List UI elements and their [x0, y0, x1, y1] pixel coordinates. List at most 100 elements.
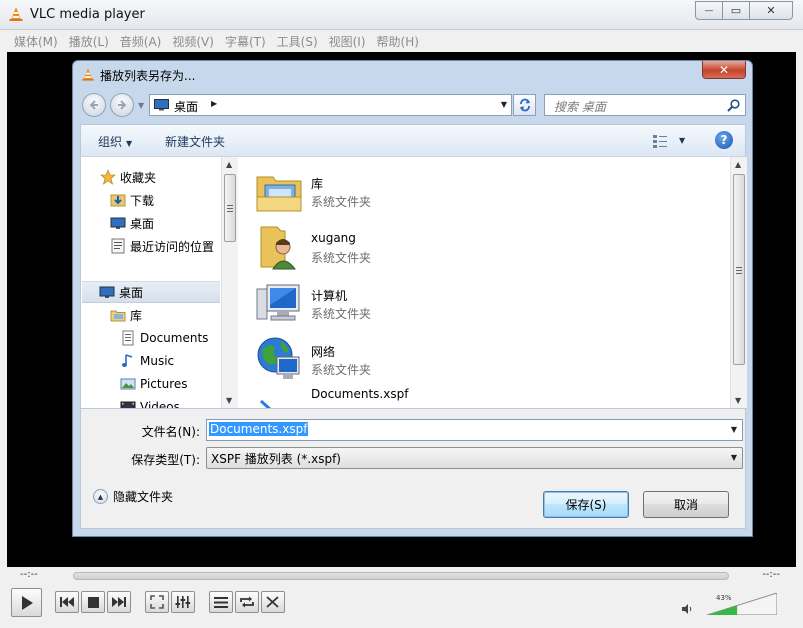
- cancel-button[interactable]: 取消: [643, 491, 729, 518]
- file-type: 系统文件夹: [311, 307, 372, 321]
- nav-music[interactable]: Music: [120, 350, 237, 372]
- address-location[interactable]: 桌面: [174, 98, 198, 115]
- playlist-icon: [214, 596, 228, 608]
- file-name: 网络: [311, 345, 336, 359]
- nav-downloads-label: 下载: [130, 193, 155, 208]
- nav-documents[interactable]: Documents: [120, 327, 237, 349]
- menu-help[interactable]: 帮助(H): [372, 33, 424, 50]
- previous-button[interactable]: [55, 591, 79, 613]
- address-dropdown-icon[interactable]: ▼: [501, 100, 507, 109]
- save-button[interactable]: 保存(S): [543, 491, 629, 518]
- navigation-pane: 收藏夹 下载 桌面 最近访问的位置 桌面 库 Documents Music P…: [81, 157, 237, 408]
- filetype-select[interactable]: XSPF 播放列表 (*.xspf) ▼: [206, 447, 743, 469]
- list-item[interactable]: 计算机 系统文件夹: [255, 279, 555, 331]
- playlist-button[interactable]: [209, 591, 233, 613]
- nav-downloads[interactable]: 下载: [110, 189, 237, 211]
- minimize-icon: —: [704, 5, 714, 16]
- menu-video[interactable]: 视频(V): [167, 33, 219, 50]
- play-button[interactable]: [11, 588, 42, 617]
- recent-locations-dropdown[interactable]: ▼: [138, 101, 144, 110]
- close-icon: ✕: [766, 4, 776, 17]
- loop-icon: [240, 596, 254, 608]
- loop-button[interactable]: [235, 591, 259, 613]
- dialog-close-button[interactable]: ✕: [702, 61, 746, 79]
- filename-value: Documents.xspf: [209, 422, 309, 436]
- nav-libraries[interactable]: 库: [110, 304, 237, 326]
- nav-pictures-label: Pictures: [140, 377, 188, 391]
- vlc-titlebar: VLC media player — ▭ ✕: [0, 0, 803, 30]
- file-type: 系统文件夹: [311, 363, 372, 377]
- nav-desktop-favorite[interactable]: 桌面: [110, 212, 237, 234]
- refresh-button[interactable]: [513, 94, 536, 116]
- nav-videos[interactable]: Videos: [120, 396, 237, 408]
- chevron-down-icon: ▼: [126, 139, 133, 148]
- dialog-title: 播放列表另存为...: [100, 69, 196, 83]
- vlc-cone-icon: [9, 7, 23, 21]
- list-item[interactable]: Documents.xspf: [255, 387, 555, 408]
- nav-scrollbar[interactable]: ▲ ▼: [221, 157, 238, 408]
- close-button[interactable]: ✕: [749, 1, 793, 20]
- help-icon[interactable]: ?: [715, 131, 733, 149]
- stop-button[interactable]: [81, 591, 105, 613]
- list-item[interactable]: xugang 系统文件夹: [255, 223, 555, 275]
- desktop-icon: [154, 99, 169, 111]
- file-list-scrollbar[interactable]: ▲ ▼: [730, 157, 747, 408]
- nav-recent-places[interactable]: 最近访问的位置: [110, 235, 237, 257]
- filename-field[interactable]: Documents.xspf ▼: [206, 419, 743, 441]
- scroll-down-icon[interactable]: ▼: [735, 396, 741, 405]
- file-name: 计算机: [311, 289, 348, 303]
- search-input[interactable]: 搜索 桌面: [544, 94, 746, 116]
- change-view-icon[interactable]: [652, 133, 668, 149]
- previous-icon: [60, 597, 74, 607]
- maximize-button[interactable]: ▭: [722, 1, 750, 20]
- desktop-icon: [110, 217, 126, 229]
- menu-audio[interactable]: 音频(A): [115, 33, 167, 50]
- address-bar[interactable]: 桌面 ▶ ▼: [149, 94, 512, 116]
- list-item[interactable]: 网络 系统文件夹: [255, 335, 555, 387]
- view-options-dropdown[interactable]: ▼: [679, 136, 685, 145]
- filetype-value: XSPF 播放列表 (*.xspf): [211, 452, 341, 466]
- menu-subtitle[interactable]: 字幕(T): [220, 33, 271, 50]
- scroll-up-icon[interactable]: ▲: [735, 160, 741, 169]
- nav-desktop-root-label: 桌面: [119, 285, 144, 300]
- documents-icon: [122, 330, 134, 346]
- list-item[interactable]: 库 系统文件夹: [255, 167, 555, 219]
- volume-icon[interactable]: [681, 603, 693, 615]
- file-scroll-thumb[interactable]: [733, 174, 745, 365]
- save-form: 文件名(N): Documents.xspf ▼ 保存类型(T): XSPF 播…: [80, 409, 746, 529]
- menu-tools[interactable]: 工具(S): [272, 33, 323, 50]
- shuffle-button[interactable]: [261, 591, 285, 613]
- next-button[interactable]: [107, 591, 131, 613]
- search-icon: [727, 99, 740, 112]
- nav-pictures[interactable]: Pictures: [120, 373, 237, 395]
- hide-folders-toggle[interactable]: ▲ 隐藏文件夹: [93, 488, 173, 505]
- chevron-down-icon[interactable]: ▼: [731, 425, 737, 434]
- back-button[interactable]: [82, 93, 106, 117]
- new-folder-button[interactable]: 新建文件夹: [165, 133, 225, 150]
- file-type: 系统文件夹: [311, 251, 372, 265]
- extended-settings-button[interactable]: [171, 591, 195, 613]
- browser-content: 收藏夹 下载 桌面 最近访问的位置 桌面 库 Documents Music P…: [80, 156, 747, 409]
- nav-desktop[interactable]: 桌面: [82, 281, 220, 303]
- refresh-icon: [519, 98, 530, 112]
- menu-view[interactable]: 视图(I): [324, 33, 371, 50]
- shuffle-icon: [266, 596, 279, 608]
- nav-scroll-thumb[interactable]: [224, 174, 236, 242]
- scroll-down-icon[interactable]: ▼: [226, 396, 232, 405]
- playlist-file-icon: [259, 399, 271, 408]
- minimize-button[interactable]: —: [695, 1, 723, 20]
- seek-slider[interactable]: [73, 572, 729, 580]
- forward-button[interactable]: [110, 93, 134, 117]
- breadcrumb-arrow-icon[interactable]: ▶: [211, 99, 217, 108]
- nav-favorites[interactable]: 收藏夹: [100, 166, 237, 188]
- menu-playback[interactable]: 播放(L): [64, 33, 114, 50]
- address-row: ▼ 桌面 ▶ ▼ 搜索 桌面: [80, 92, 746, 118]
- fullscreen-button[interactable]: [145, 591, 169, 613]
- nav-documents-label: Documents: [140, 331, 209, 345]
- organize-menu[interactable]: 组织 ▼: [98, 133, 132, 150]
- scroll-up-icon[interactable]: ▲: [226, 160, 232, 169]
- downloads-folder-icon: [110, 194, 126, 207]
- network-icon: [257, 337, 300, 379]
- recent-places-icon: [111, 238, 125, 254]
- menu-media[interactable]: 媒体(M): [9, 33, 63, 50]
